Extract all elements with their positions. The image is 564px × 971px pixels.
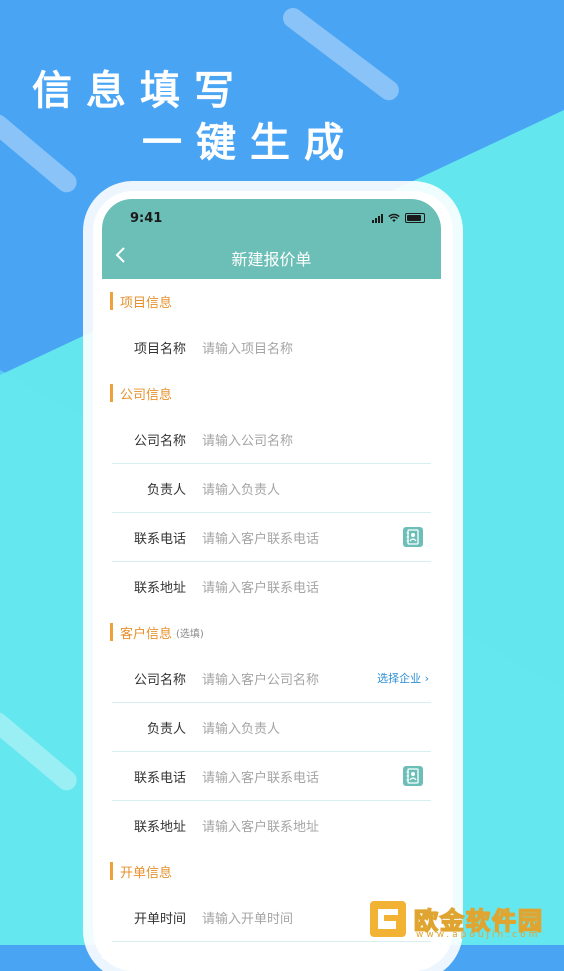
section-marker xyxy=(110,623,113,641)
project-name-input[interactable]: 请输入项目名称 xyxy=(202,338,431,357)
form-row[interactable]: 项目名称 请输入项目名称 xyxy=(112,323,431,371)
field-label: 联系地址 xyxy=(133,580,186,596)
form-row[interactable]: 公司名称 请输入客户公司名称 选择企业 › xyxy=(112,654,431,703)
select-company-link[interactable]: 选择企业 › xyxy=(377,670,429,686)
section-marker xyxy=(110,862,113,880)
company-contact-person-input[interactable]: 请输入负责人 xyxy=(202,479,431,498)
form-row[interactable]: 公司名称 请输入公司名称 xyxy=(112,415,431,464)
section-optional-note: (选填) xyxy=(176,628,204,640)
status-time: 9:41 xyxy=(130,211,163,226)
company-address-input[interactable]: 请输入客户联系电话 xyxy=(202,577,431,596)
section-order: 开单信息 xyxy=(102,849,441,893)
form-row[interactable]: 联系电话 请输入客户联系电话 xyxy=(112,752,431,801)
customer-contact-person-input[interactable]: 请输入负责人 xyxy=(202,718,431,737)
field-label: 负责人 xyxy=(146,482,186,498)
field-label: 项目名称 xyxy=(133,341,186,357)
form: 项目信息 项目名称 请输入项目名称 公司信息 公司名称 请输入公司名称 负责人 … xyxy=(102,279,441,942)
section-marker xyxy=(110,292,113,310)
section-title: 公司信息 xyxy=(120,387,173,403)
form-row[interactable]: 联系地址 请输入客户联系电话 xyxy=(112,562,431,610)
contact-book-icon[interactable] xyxy=(403,766,423,786)
form-row[interactable]: 联系地址 请输入客户联系地址 xyxy=(112,801,431,849)
phone-screen: 9:41 新建报价单 项目信息 项目名称 请输入项目名称 公司信息 公司名称 请… xyxy=(102,199,441,959)
customer-phone-input[interactable]: 请输入客户联系电话 xyxy=(202,767,431,786)
watermark: 欧金软件园 www.apoujin.com xyxy=(362,895,562,945)
section-customer: 客户信息 (选填) xyxy=(102,610,441,654)
company-phone-input[interactable]: 请输入客户联系电话 xyxy=(202,528,431,547)
status-icons xyxy=(372,213,425,223)
chevron-right-icon: › xyxy=(424,672,429,685)
section-marker xyxy=(110,384,113,402)
select-company-label: 选择企业 xyxy=(377,672,422,685)
wifi-icon xyxy=(388,213,400,222)
page-title: 新建报价单 xyxy=(231,250,312,269)
customer-address-input[interactable]: 请输入客户联系地址 xyxy=(202,816,431,835)
company-name-input[interactable]: 请输入公司名称 xyxy=(202,430,431,449)
field-label: 联系电话 xyxy=(133,770,186,786)
battery-icon xyxy=(405,213,425,223)
form-row[interactable]: 负责人 请输入负责人 xyxy=(112,464,431,513)
section-company: 公司信息 xyxy=(102,371,441,415)
watermark-url: www.apoujin.com xyxy=(416,930,541,940)
watermark-logo-icon xyxy=(370,901,406,937)
form-row[interactable]: 负责人 请输入负责人 xyxy=(112,703,431,752)
decor-stripe xyxy=(0,110,81,197)
section-title: 开单信息 xyxy=(120,865,173,881)
section-title: 客户信息 xyxy=(120,626,173,642)
headline-line2: 一键生成 xyxy=(142,120,358,166)
field-label: 负责人 xyxy=(146,721,186,737)
field-label: 联系地址 xyxy=(133,819,186,835)
form-row[interactable]: 联系电话 请输入客户联系电话 xyxy=(112,513,431,562)
section-title: 项目信息 xyxy=(120,295,173,311)
top-bar: 9:41 新建报价单 xyxy=(102,199,441,279)
headline-line1: 信息填写 xyxy=(32,68,248,114)
field-label: 开单时间 xyxy=(133,911,186,927)
signal-icon xyxy=(372,213,383,223)
decor-stripe xyxy=(278,4,403,105)
field-label: 公司名称 xyxy=(133,433,186,449)
section-project: 项目信息 xyxy=(102,279,441,323)
field-label: 联系电话 xyxy=(133,531,186,547)
contact-book-icon[interactable] xyxy=(403,527,423,547)
field-label: 公司名称 xyxy=(133,672,186,688)
